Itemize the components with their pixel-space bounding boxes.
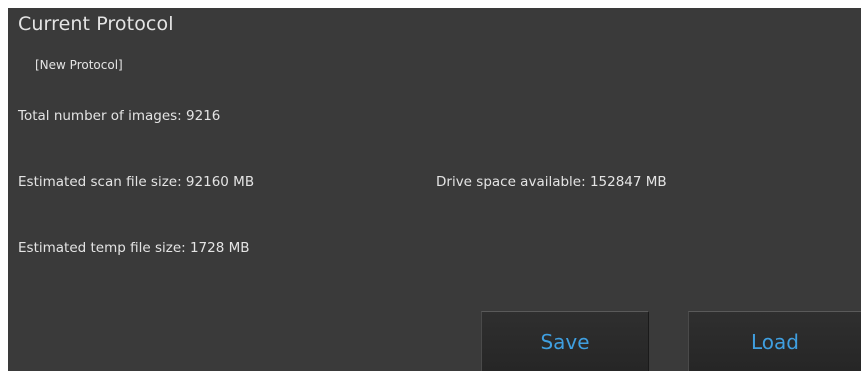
protocol-name: [New Protocol] bbox=[35, 58, 123, 72]
save-button[interactable]: Save bbox=[481, 311, 649, 371]
drive-space-text: Drive space available: 152847 MB bbox=[436, 174, 667, 190]
load-button[interactable]: Load bbox=[688, 311, 861, 371]
temp-file-size-text: Estimated temp file size: 1728 MB bbox=[18, 240, 250, 256]
panel-title: Current Protocol bbox=[18, 13, 174, 35]
load-button-label: Load bbox=[751, 329, 799, 354]
scan-file-size-text: Estimated scan file size: 92160 MB bbox=[18, 174, 255, 190]
save-button-label: Save bbox=[540, 329, 590, 354]
total-images-text: Total number of images: 9216 bbox=[18, 108, 221, 124]
